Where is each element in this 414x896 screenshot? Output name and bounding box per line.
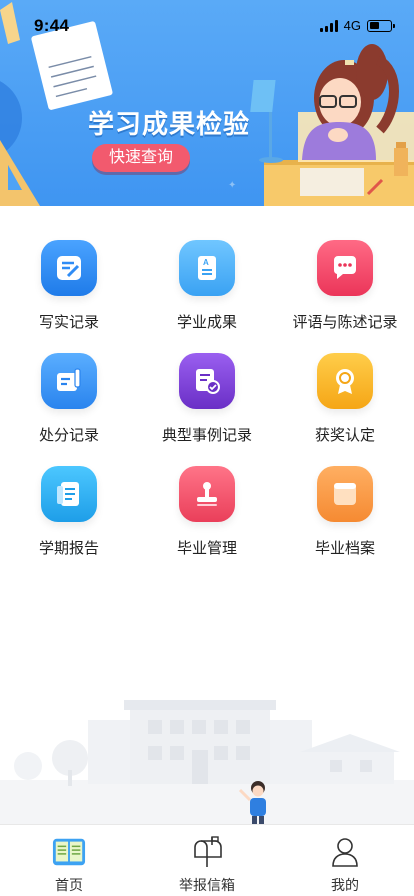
menu-item-term-report[interactable]: 学期报告	[0, 466, 138, 579]
network-type: 4G	[343, 18, 361, 33]
menu-item-graduation-archive[interactable]: 毕业档案	[276, 466, 414, 579]
pencil-card-icon	[41, 353, 97, 409]
tab-home[interactable]: 首页	[0, 825, 138, 896]
menu-item-discipline[interactable]: 处分记录	[0, 353, 138, 466]
tab-label: 举报信箱	[179, 878, 235, 894]
menu-item-label: 毕业档案	[314, 539, 375, 557]
campus-illustration	[0, 700, 414, 824]
tab-bar: 首页 举报信箱 我的	[0, 824, 414, 896]
chat-bubble-icon	[317, 240, 373, 296]
menu-item-label: 处分记录	[38, 426, 99, 444]
banner-title: 学习成果检验	[88, 110, 251, 140]
menu-item-typical-cases[interactable]: 典型事例记录	[138, 353, 276, 466]
menu-item-label: 写实记录	[38, 313, 99, 331]
app-screen: ✦ 学习成果检验 快速查询 9:44 4G 写实记录 A 学业成果 评语与陈述记…	[0, 0, 414, 896]
status-bar: 9:44 4G	[0, 0, 414, 44]
edit-note-icon	[41, 240, 97, 296]
svg-text:A: A	[203, 258, 209, 267]
document-a-icon: A	[179, 240, 235, 296]
status-time: 9:44	[34, 16, 70, 35]
menu-item-comments[interactable]: 评语与陈述记录	[276, 240, 414, 353]
quick-search-button[interactable]: 快速查询	[92, 144, 190, 172]
menu-item-label: 评语与陈述记录	[292, 313, 398, 331]
menu-item-record[interactable]: 写实记录	[0, 240, 138, 353]
svg-text:✦: ✦	[228, 180, 236, 191]
menu-row: 学期报告 毕业管理 毕业档案	[0, 466, 414, 579]
tab-label: 首页	[55, 878, 83, 894]
menu-item-award[interactable]: 获奖认定	[276, 353, 414, 466]
menu-item-label: 获奖认定	[314, 426, 375, 444]
menu-grid: 写实记录 A 学业成果 评语与陈述记录 处分记录 典型事例记录 获奖认定 学期报…	[0, 240, 414, 579]
menu-item-label: 学业成果	[176, 313, 237, 331]
menu-item-graduation-management[interactable]: 毕业管理	[138, 466, 276, 579]
report-icon	[41, 466, 97, 522]
mailbox-icon	[190, 835, 224, 869]
menu-row: 写实记录 A 学业成果 评语与陈述记录	[0, 240, 414, 353]
menu-item-achievement[interactable]: A 学业成果	[138, 240, 276, 353]
menu-item-label: 毕业管理	[176, 539, 237, 557]
tab-label: 我的	[331, 878, 359, 894]
tab-report-mailbox[interactable]: 举报信箱	[138, 825, 276, 896]
menu-item-label: 学期报告	[38, 539, 99, 557]
checklist-icon	[179, 353, 235, 409]
status-icons: 4G	[319, 18, 395, 33]
award-medal-icon	[317, 353, 373, 409]
tab-profile[interactable]: 我的	[276, 825, 414, 896]
battery-level	[369, 22, 379, 29]
battery-icon	[367, 19, 395, 32]
stamp-icon	[179, 466, 235, 522]
user-icon	[328, 835, 362, 869]
menu-item-label: 典型事例记录	[161, 426, 252, 444]
menu-row: 处分记录 典型事例记录 获奖认定	[0, 353, 414, 466]
archive-box-icon	[317, 466, 373, 522]
book-icon	[52, 835, 86, 869]
signal-icon	[319, 19, 338, 32]
